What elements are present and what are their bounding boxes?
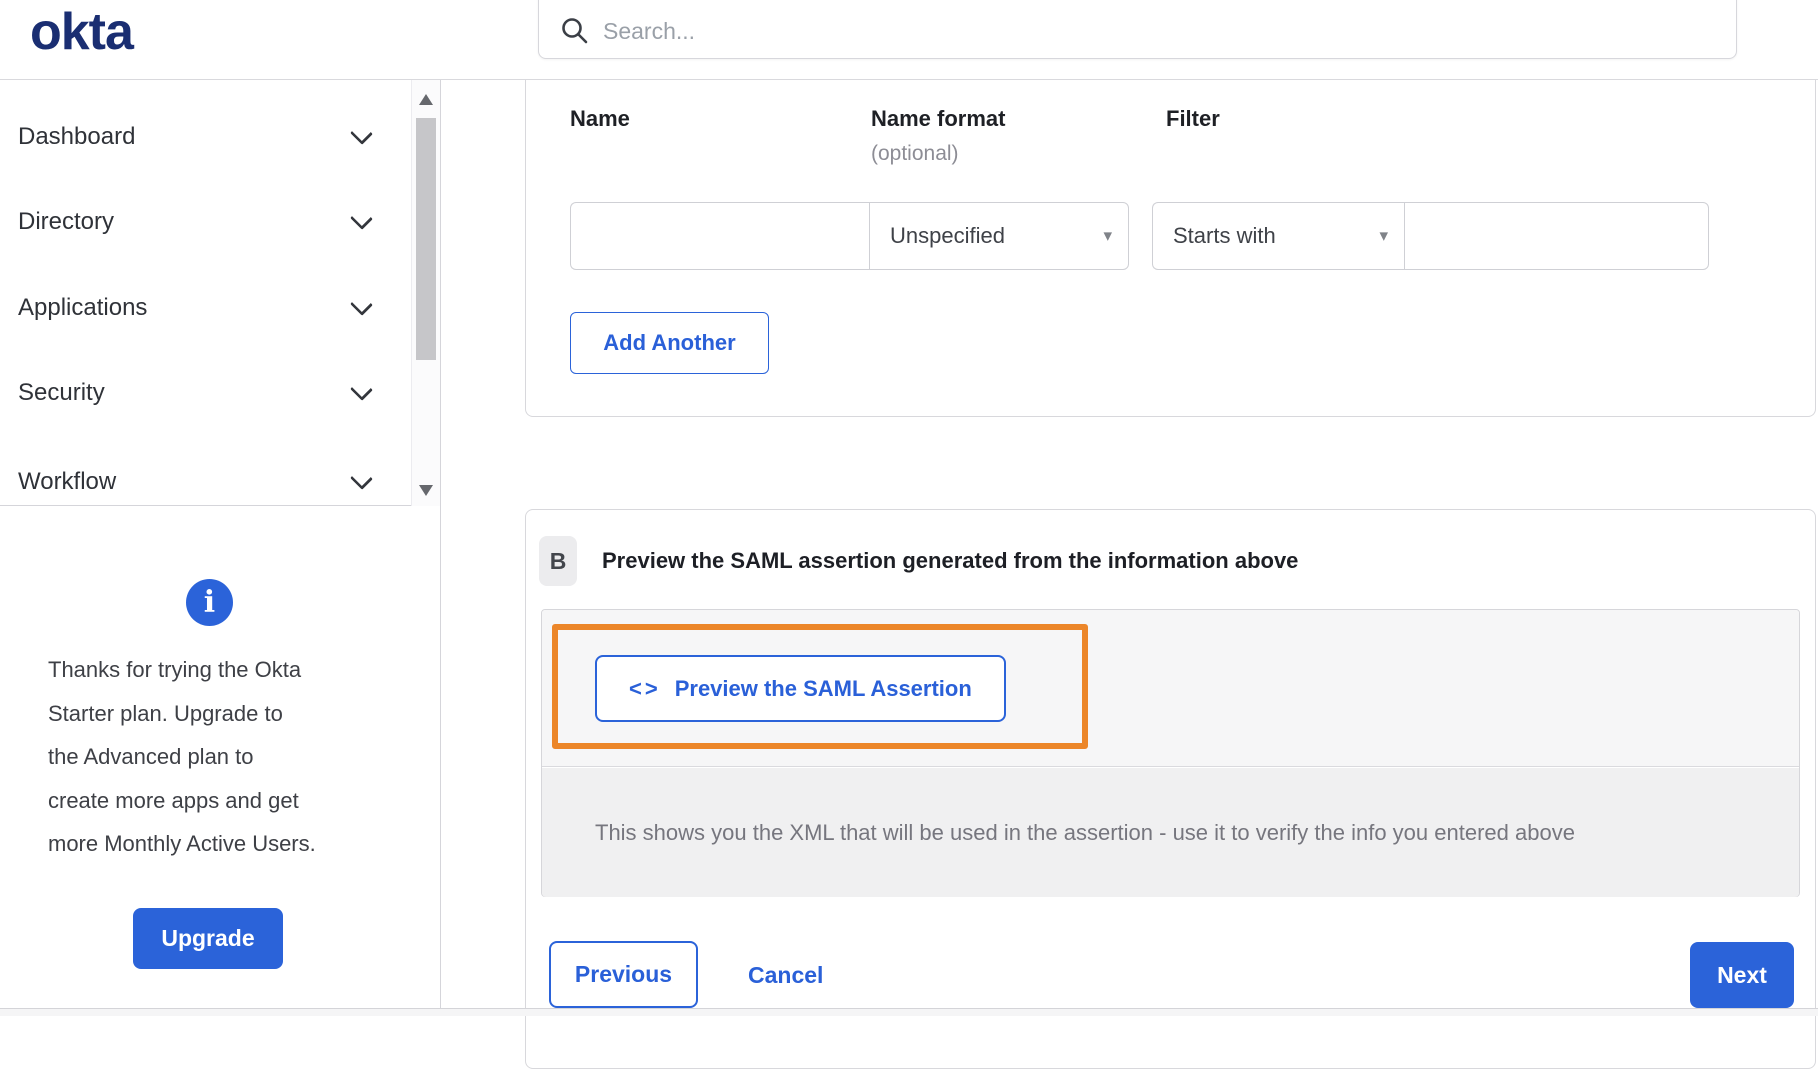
okta-logo: okta xyxy=(30,3,134,61)
sidebar-item-workflow[interactable]: Workflow xyxy=(18,465,373,499)
upgrade-button[interactable]: Upgrade xyxy=(133,908,283,969)
name-format-select[interactable]: Unspecified ▾ xyxy=(869,202,1129,270)
preview-panel-bottom: This shows you the XML that will be used… xyxy=(542,768,1799,897)
saml-preview-card: B Preview the SAML assertion generated f… xyxy=(525,509,1816,1069)
filter-type-value: Starts with xyxy=(1173,223,1276,248)
sidebar-item-directory[interactable]: Directory xyxy=(18,205,373,239)
attribute-name-input[interactable] xyxy=(570,202,870,270)
upgrade-message: Thanks for trying the Okta Starter plan.… xyxy=(48,648,398,866)
attribute-statements-card: Name Name format (optional) Filter Unspe… xyxy=(525,80,1816,417)
code-icon: <> xyxy=(629,675,661,701)
sidebar-item-applications[interactable]: Applications xyxy=(18,291,373,325)
info-icon: i xyxy=(186,579,233,626)
filter-type-select[interactable]: Starts with ▾ xyxy=(1152,202,1404,270)
search-input[interactable] xyxy=(603,18,1683,45)
sidebar-nav: Dashboard Directory Applications Securit… xyxy=(0,80,440,506)
name-format-value: Unspecified xyxy=(890,223,1005,248)
sidebar-item-label: Workflow xyxy=(18,468,117,495)
chevron-down-icon xyxy=(350,377,373,401)
sidebar-item-label: Applications xyxy=(18,294,148,321)
chevron-down-icon xyxy=(350,206,373,230)
search-icon xyxy=(562,18,588,44)
preview-button-label: Preview the SAML Assertion xyxy=(674,675,972,701)
sidebar-item-label: Security xyxy=(18,379,105,406)
sidebar-item-label: Directory xyxy=(18,208,115,235)
section-b-header: B Preview the SAML assertion generated f… xyxy=(539,536,1298,586)
window-bottom-edge xyxy=(0,1008,1818,1016)
add-another-button[interactable]: Add Another xyxy=(570,312,769,374)
preview-saml-assertion-button[interactable]: <> Preview the SAML Assertion xyxy=(595,655,1006,722)
chevron-down-icon xyxy=(350,121,373,145)
upgrade-message-line: more Monthly Active Users. xyxy=(48,831,316,856)
cancel-link[interactable]: Cancel xyxy=(748,962,823,989)
sidebar-item-security[interactable]: Security xyxy=(18,376,373,410)
scrollbar-up-arrow-icon[interactable] xyxy=(419,94,433,105)
section-b-badge: B xyxy=(539,536,577,586)
next-button[interactable]: Next xyxy=(1690,942,1794,1008)
upgrade-message-line: the Advanced plan to xyxy=(48,744,254,769)
sidebar-item-label: Dashboard xyxy=(18,123,136,150)
preview-hint-text: This shows you the XML that will be used… xyxy=(595,819,1575,845)
sidebar: Dashboard Directory Applications Securit… xyxy=(0,80,441,1016)
preview-panel: <> Preview the SAML Assertion This shows… xyxy=(541,609,1800,897)
preview-panel-top: <> Preview the SAML Assertion xyxy=(542,610,1799,767)
previous-button[interactable]: Previous xyxy=(549,941,698,1008)
dropdown-caret-icon: ▾ xyxy=(1379,226,1388,245)
global-search[interactable] xyxy=(538,0,1737,59)
filter-column-label: Filter xyxy=(1166,106,1220,131)
name-column-label: Name xyxy=(570,106,630,131)
scrollbar-down-arrow-icon[interactable] xyxy=(419,485,433,496)
upgrade-message-line: create more apps and get xyxy=(48,787,299,813)
app-header: okta xyxy=(0,0,1818,80)
chevron-down-icon xyxy=(350,466,373,490)
upgrade-message-line: Thanks for trying the Okta xyxy=(48,657,302,682)
sidebar-scrollbar[interactable] xyxy=(411,80,440,506)
scrollbar-thumb[interactable] xyxy=(416,118,436,360)
filter-value-input[interactable] xyxy=(1404,202,1709,270)
chevron-down-icon xyxy=(350,292,373,316)
section-b-title: Preview the SAML assertion generated fro… xyxy=(602,548,1299,573)
name-format-column-label: Name format xyxy=(871,106,1006,131)
upgrade-message-line: Starter plan. Upgrade to xyxy=(48,700,283,726)
sidebar-item-dashboard[interactable]: Dashboard xyxy=(18,120,373,154)
name-format-optional-label: (optional) xyxy=(871,142,959,165)
dropdown-caret-icon: ▾ xyxy=(1103,226,1112,245)
